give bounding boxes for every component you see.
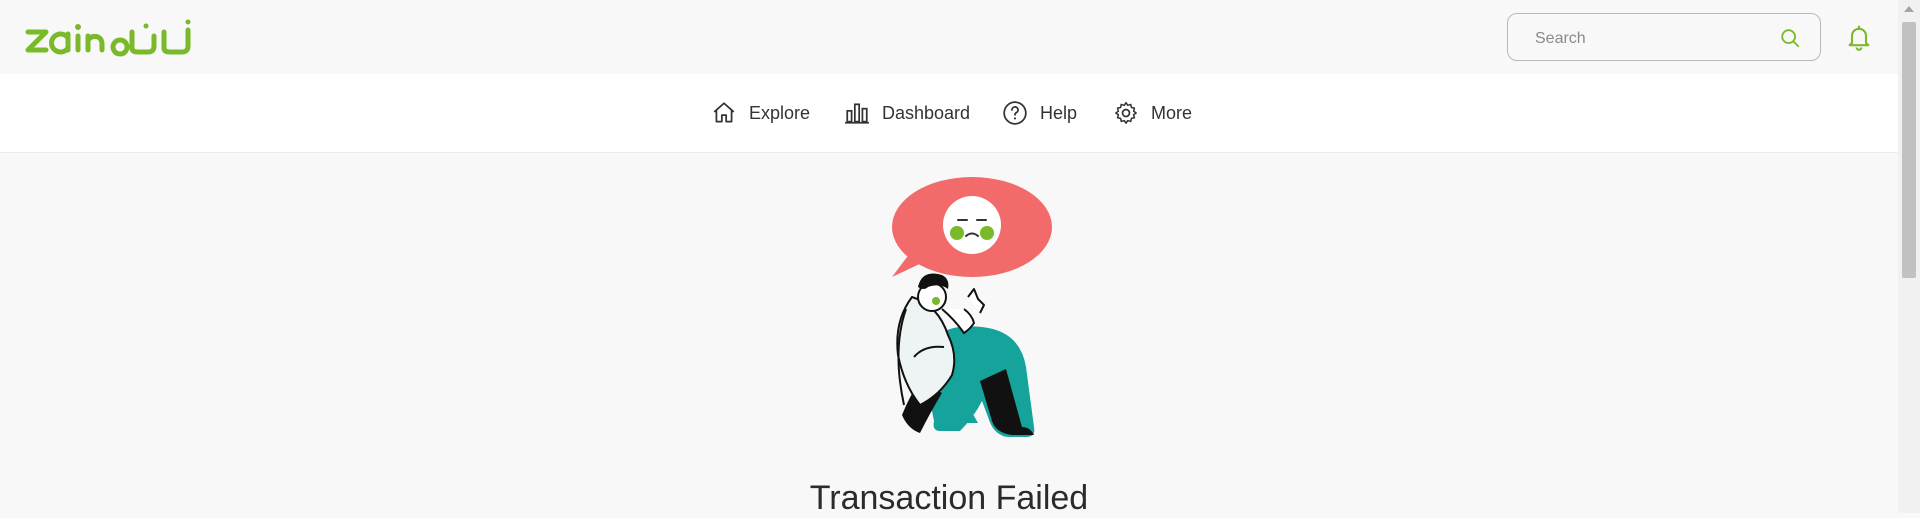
home-icon xyxy=(713,102,735,123)
main-nav: Explore Dashboard Help More xyxy=(0,74,1898,153)
gear-icon xyxy=(1115,101,1137,124)
nav-item-label: Explore xyxy=(749,102,811,123)
scrollbar-thumb[interactable] xyxy=(1902,22,1916,278)
vertical-scrollbar[interactable] xyxy=(1898,0,1920,513)
nav-item-label: More xyxy=(1151,102,1193,123)
scroll-up-arrow[interactable] xyxy=(1904,6,1914,12)
page-title: Transaction Failed xyxy=(809,479,1089,517)
bell-icon[interactable] xyxy=(1845,23,1873,51)
nav-item-label: Dashboard xyxy=(882,102,971,123)
question-circle-icon xyxy=(1003,101,1027,125)
nav-item-explore[interactable]: Explore xyxy=(711,98,810,128)
main-content: Transaction Failed xyxy=(0,153,1898,517)
top-header xyxy=(0,0,1898,74)
nav-item-dashboard[interactable]: Dashboard xyxy=(844,98,970,128)
sad-person-illustration xyxy=(892,177,1052,437)
nav-item-more[interactable]: More xyxy=(1113,98,1192,128)
search-box[interactable] xyxy=(1507,13,1821,61)
bar-chart-icon xyxy=(845,103,869,124)
nav-item-label: Help xyxy=(1040,102,1078,123)
zain-logo[interactable] xyxy=(24,18,196,58)
nav-item-help[interactable]: Help xyxy=(1002,98,1077,128)
search-icon[interactable] xyxy=(1779,27,1801,49)
search-input[interactable] xyxy=(1533,26,1777,52)
